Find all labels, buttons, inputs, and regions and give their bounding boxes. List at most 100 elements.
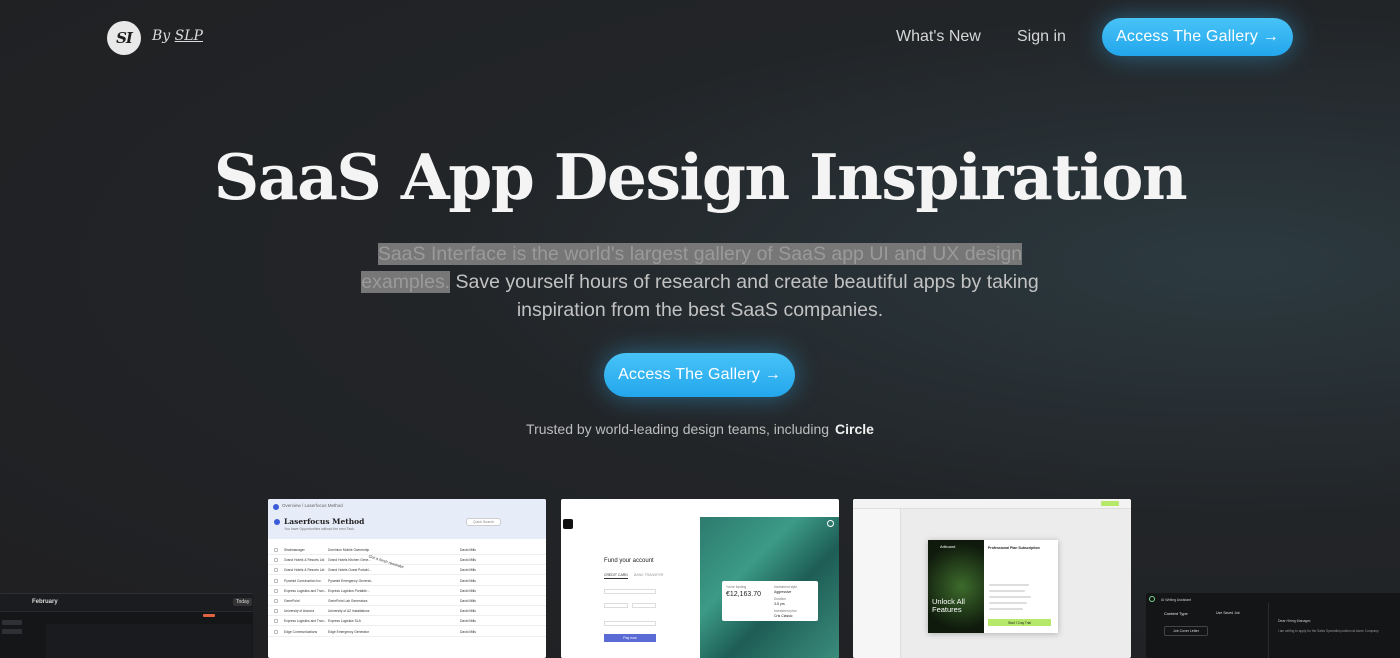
hero-subtitle-text: Save yourself hours of research and crea… — [450, 271, 1039, 321]
ai-divider — [1268, 603, 1269, 658]
gallery-card-laserfocus[interactable]: Overview / Laserfocus Method Laserfocus … — [268, 499, 546, 658]
top-nav: SI By SLP What's New Sign in Access The … — [0, 0, 1400, 76]
artboard-headline: Unlock All Features — [932, 597, 965, 614]
laserfocus-row-opportunity: Express Logistics SLA — [328, 619, 361, 624]
hero-subtitle: SaaS Interface is the world's largest ga… — [355, 240, 1045, 324]
fund-tab-bank-transfer[interactable]: BANK TRANSFER — [634, 573, 663, 577]
laserfocus-breadcrumb: Overview / Laserfocus Method — [282, 503, 343, 508]
fund-duration: 3-5 yrs — [774, 602, 785, 606]
laserfocus-row-account: Edge Communications — [284, 629, 318, 634]
fund-amount: €12,163.70 — [726, 591, 762, 598]
fund-style-label: Investment style — [774, 585, 798, 589]
gallery-card-ai-writing[interactable]: AI Writing Assistant Content Type Job Co… — [1146, 593, 1400, 658]
logo-author-link[interactable]: SLP — [175, 28, 203, 44]
laserfocus-row-opportunity: Dominion Mobile Ownership — [328, 548, 370, 552]
nav-whats-new-link[interactable]: What's New — [896, 28, 981, 46]
ai-job-cover-letter-option[interactable]: Job Cover Letter — [1164, 626, 1208, 636]
header-access-gallery-button[interactable]: Access The Gallery → — [1102, 18, 1293, 56]
laserfocus-row-checkbox[interactable] — [274, 568, 278, 573]
calendar-month: February — [32, 599, 58, 605]
calendar-sidebar-item — [2, 620, 22, 625]
calendar-sidebar-item — [2, 629, 22, 634]
laserfocus-row-account: Express Logistics and Tran... — [284, 588, 327, 593]
laserfocus-subtitle: You have Opportunities without the next … — [284, 527, 355, 531]
artboard-sidebar — [853, 509, 901, 658]
laserfocus-row-owner: David Mills — [460, 558, 476, 563]
laserfocus-row-owner: David Mills — [460, 548, 476, 552]
fund-card-number-field[interactable] — [604, 589, 656, 594]
fund-expiry-field[interactable] — [604, 603, 628, 608]
fund-country-select[interactable] — [604, 621, 656, 626]
artboard-topbar-button[interactable] — [1101, 501, 1119, 506]
artboard-trial-button[interactable]: Start 7-Day Trial — [988, 619, 1051, 626]
artboard-brand: Artboard — [940, 544, 956, 549]
ai-greeting: Dear Hiring Manager, — [1278, 619, 1312, 623]
laserfocus-row-checkbox[interactable] — [274, 548, 278, 552]
logo-by-text: By — [152, 28, 171, 44]
laserfocus-row-checkbox[interactable] — [274, 558, 278, 563]
laserfocus-row-checkbox[interactable] — [274, 599, 278, 603]
laserfocus-search-input[interactable]: Quick Search — [466, 518, 502, 526]
trusted-by: Trusted by world-leading design teams, i… — [0, 421, 1400, 437]
laserfocus-row-account: Express Logistics and Tran... — [284, 619, 327, 624]
fund-logo-icon — [563, 519, 573, 529]
logo-byline[interactable]: By SLP — [152, 28, 203, 44]
calendar-event-marker — [203, 614, 215, 617]
calendar-today-button[interactable]: Today — [233, 598, 253, 606]
laserfocus-table-row[interactable]: Pyramid Construction Inc. Pyramid Emergen… — [268, 576, 546, 586]
laserfocus-table-row[interactable]: Edge Communications Edge Emergency Genera… — [268, 627, 546, 637]
laserfocus-row-owner: David Mills — [460, 629, 476, 634]
ai-saved-job-label: Use Saved Job — [1216, 611, 1240, 615]
nav-sign-in-link[interactable]: Sign in — [1017, 28, 1066, 46]
artboard-feature-line — [989, 590, 1025, 592]
laserfocus-row-opportunity: Express Logistics Portable... — [328, 588, 370, 593]
laserfocus-row-opportunity: Edge Emergency Generator — [328, 629, 370, 634]
fund-cvc-field[interactable] — [632, 603, 656, 608]
fund-duration-label: Duration — [774, 597, 787, 601]
laserfocus-row-checkbox[interactable] — [274, 588, 278, 593]
laserfocus-row-account: University of Arizona — [284, 609, 315, 614]
artboard-feature-line — [989, 584, 1029, 586]
laserfocus-logo-icon — [273, 504, 279, 510]
hero-access-gallery-button[interactable]: Access The Gallery → — [604, 353, 795, 397]
ai-title: AI Writing Assistant — [1161, 598, 1192, 602]
laserfocus-table-row[interactable]: Express Logistics and Tran... Express Log… — [268, 586, 546, 596]
laserfocus-row-opportunity: Pyramid Emergency Generat... — [328, 578, 374, 583]
laserfocus-table-row[interactable]: Grand Hotels & Resorts Ltd Grand Hotels G… — [268, 565, 546, 576]
fund-close-icon[interactable] — [827, 520, 834, 527]
fund-amount-label: You're funding — [726, 585, 747, 589]
laserfocus-table-row[interactable]: Grand Hotels & Resorts Ltd Grand Hotels K… — [268, 555, 546, 566]
artboard-feature-line — [989, 602, 1027, 604]
gallery-card-artboard[interactable]: Artboard Unlock All Features Professiona… — [853, 499, 1131, 658]
fund-pay-now-button[interactable]: Pay now — [604, 634, 656, 642]
artboard-modal-art — [928, 540, 984, 633]
laserfocus-table-row[interactable]: Express Logistics and Tran... Express Log… — [268, 616, 546, 627]
hero-title: SaaS App Design Inspiration — [213, 140, 1188, 214]
laserfocus-row-owner: David Mills — [460, 578, 476, 583]
laserfocus-row-checkbox[interactable] — [274, 578, 278, 583]
laserfocus-row-checkbox[interactable] — [274, 609, 278, 614]
gallery-card-fund-account[interactable]: Fund your account CREDIT CARD BANK TRANS… — [561, 499, 839, 658]
artboard-plan-title: Professional Plan Subscription — [988, 546, 1040, 550]
ai-body-text: I am writing to apply for the Sales Spec… — [1278, 629, 1380, 633]
laserfocus-row-owner: David Mills — [460, 609, 476, 614]
ai-content-type-label: Content Type — [1164, 611, 1188, 616]
laserfocus-table-row[interactable]: GenePoint GenePoint Lab Generators David M… — [268, 596, 546, 606]
laserfocus-row-checkbox[interactable] — [274, 619, 278, 624]
logo-mark[interactable]: SI — [107, 21, 141, 55]
fund-tab-credit-card[interactable]: CREDIT CARD — [604, 573, 628, 579]
fund-style: Aggressive — [774, 590, 792, 594]
fund-title: Fund your account — [604, 558, 654, 564]
artboard-topbar — [853, 499, 1131, 509]
laserfocus-table-row[interactable]: Shabmanager Dominion Mobile Ownership Davi… — [268, 545, 546, 555]
laserfocus-row-opportunity: GenePoint Lab Generators — [328, 599, 368, 603]
gallery-card-calendar[interactable]: February Today — [0, 593, 253, 658]
trusted-brand-circle: Circle — [835, 421, 874, 437]
artboard-feature-line — [989, 596, 1031, 598]
laserfocus-row-account: GenePoint — [284, 599, 300, 603]
laserfocus-row-opportunity: Grand Hotels Kitchen Gene... — [328, 558, 372, 563]
laserfocus-row-checkbox[interactable] — [274, 629, 278, 634]
fund-plan: Cris Classic — [774, 614, 793, 618]
laserfocus-row-account: Grand Hotels & Resorts Ltd — [284, 558, 325, 563]
laserfocus-table-row[interactable]: University of Arizona University of AZ In… — [268, 606, 546, 617]
